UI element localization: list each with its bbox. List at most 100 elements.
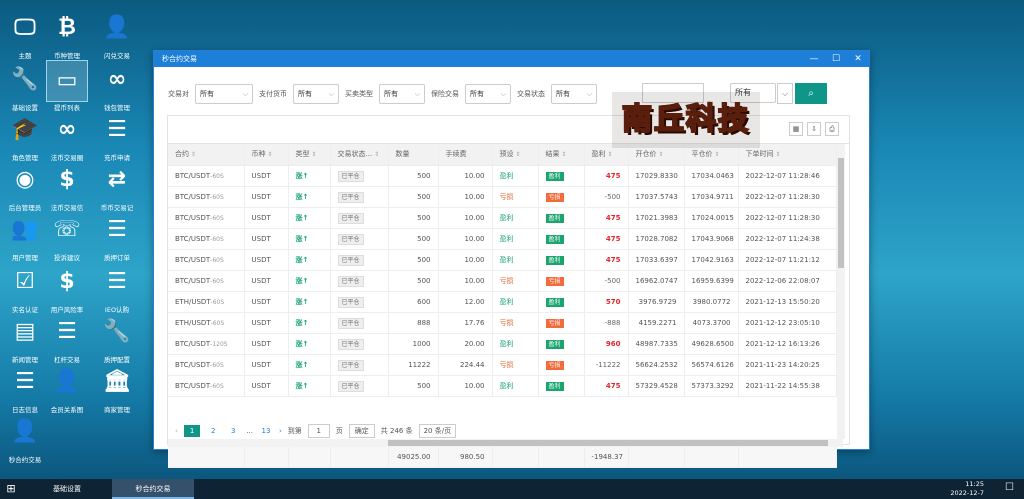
page-1[interactable]: 1 [183, 425, 201, 437]
vertical-scrollbar[interactable] [837, 144, 845, 439]
column-header[interactable]: 交易状态... ⇕ [330, 144, 389, 166]
maximize-button[interactable]: ☐ [825, 51, 847, 67]
system-clock[interactable]: 11:25 2022-12-7 [950, 480, 984, 498]
print-icon[interactable]: ⎙ [825, 122, 839, 136]
desktop-icon-19[interactable]: ☰ 杠杆交易 [42, 312, 92, 364]
column-header[interactable]: 币种 ⇕ [244, 144, 289, 166]
desktop-icon-24[interactable]: 👤 秒合约交易 [0, 412, 50, 464]
column-header[interactable]: 手续费 [438, 144, 493, 166]
table-cell: 10.00 [438, 270, 493, 292]
table-row[interactable]: BTC/USDT-60S USDT 涨↑ 已平仓 500 10.00 亏损 亏损 -500 170… [168, 186, 837, 208]
desktop-icon-11[interactable]: ⇄ 币币交易记 [92, 160, 142, 212]
next-page-button[interactable]: › [279, 427, 282, 435]
notification-icon[interactable]: ☐ [1005, 482, 1014, 493]
table-row[interactable]: BTC/USDT-60S USDT 涨↑ 已平仓 11222 224.44 亏损 亏损 -112… [168, 354, 837, 376]
close-button[interactable]: ✕ [847, 51, 869, 67]
table-cell: 亏损 [492, 270, 539, 292]
table-cell: 已平仓 [330, 165, 389, 187]
table-cell: BTC/USDT-60S [168, 165, 245, 187]
table-row[interactable]: BTC/USDT-120S USDT 涨↑ 已平仓 1000 20.00 盈利 盈利 960 48… [168, 333, 837, 355]
table-cell: 涨↑ [288, 186, 331, 208]
column-header[interactable]: 数量 [388, 144, 439, 166]
desktop-icon-14[interactable]: ☰ 质押订单 [92, 210, 142, 262]
page-3[interactable]: 3 [226, 427, 240, 435]
table-cell: BTC/USDT-60S [168, 354, 245, 376]
search-button[interactable]: ⌕ [795, 83, 827, 104]
sort-icon: ⇕ [265, 151, 273, 159]
table-cell: 48987.7335 [628, 333, 685, 355]
table-cell: USDT [244, 312, 289, 334]
table-row[interactable]: ETH/USDT-60S USDT 涨↑ 已平仓 600 12.00 盈利 盈利 570 3976… [168, 291, 837, 313]
column-header[interactable]: 结果 ⇕ [538, 144, 585, 166]
prev-page-button[interactable]: ‹ [175, 427, 178, 435]
table-cell: USDT [244, 228, 289, 250]
column-header[interactable]: 类型 ⇕ [288, 144, 331, 166]
table-row[interactable]: ETH/USDT-60S USDT 涨↑ 已平仓 888 17.76 亏损 亏损 -888 415… [168, 312, 837, 334]
scroll-thumb[interactable] [838, 158, 844, 268]
page-last[interactable]: 13 [259, 427, 273, 435]
table-cell: 盈利 [492, 249, 539, 271]
filter-pair-select[interactable]: 所有 ⌵ [195, 84, 253, 104]
columns-icon[interactable]: ▦ [789, 122, 803, 136]
chevron-down-icon[interactable]: ⌵ [777, 83, 793, 104]
table-row[interactable]: BTC/USDT-60S USDT 涨↑ 已平仓 500 10.00 盈利 盈利 475 1702… [168, 207, 837, 229]
minimize-button[interactable]: — [803, 51, 825, 67]
windows-icon[interactable]: ⊞ [4, 482, 18, 496]
per-page-select[interactable]: 20 条/页 [418, 424, 457, 438]
window-titlebar[interactable]: 秒合约交易 — ☐ ✕ [154, 51, 869, 67]
table-cell: 600 [388, 291, 439, 313]
table-cell: 500 [388, 375, 439, 397]
desktop-icon-8[interactable]: ☰ 充币申请 [92, 110, 142, 162]
filter-type-select[interactable]: 所有 ⌵ [379, 84, 425, 104]
desktop-icon-13[interactable]: ☏ 投诉建议 [42, 210, 92, 262]
table-cell: 已平仓 [330, 312, 389, 334]
desktop-icon-17[interactable]: ☰ IEO认购 [92, 262, 142, 314]
table-cell: 亏损 [538, 270, 585, 292]
table-cell: 盈利 [538, 291, 585, 313]
desktop-icon-5[interactable]: ∞ 钱包管理 [92, 60, 142, 112]
filter-insurance-select[interactable]: 所有 ⌵ [465, 84, 511, 104]
table-row[interactable]: BTC/USDT-60S USDT 涨↑ 已平仓 500 10.00 盈利 盈利 475 1702… [168, 228, 837, 250]
taskbar-item-contract-trade[interactable]: 秒合约交易 [112, 479, 194, 499]
goto-confirm-button[interactable]: 确定 [348, 424, 375, 438]
table-cell: 已平仓 [330, 186, 389, 208]
desktop-icon-4[interactable]: ▭ 提币列表 [42, 60, 92, 112]
column-header[interactable]: 预设 ⇕ [492, 144, 539, 166]
table-cell: 盈利 [492, 333, 539, 355]
table-cell: 17037.5743 [628, 186, 685, 208]
table-cell: 49628.6500 [684, 333, 739, 355]
filter-label-currency: 支付货币 [259, 90, 287, 98]
desktop-icon-22[interactable]: 👤 会员关系图 [42, 362, 92, 414]
chevron-down-icon: ⌵ [500, 90, 506, 98]
sort-icon: ⇕ [372, 151, 380, 159]
link-icon: ∞ [107, 67, 127, 92]
desktop-icon-2[interactable]: 👤 闪兑交易 [92, 8, 142, 60]
column-header[interactable]: 合约 ⇕ [168, 144, 245, 166]
taskbar: ⊞ 基础设置 秒合约交易 11:25 2022-12-7 ☐ [0, 479, 1024, 499]
desktop-icon-10[interactable]: $ 法币交易信 [42, 160, 92, 212]
clock-date: 2022-12-7 [950, 489, 984, 497]
table-row[interactable]: BTC/USDT-60S USDT 涨↑ 已平仓 500 10.00 亏损 亏损 -500 169… [168, 270, 837, 292]
table-cell: 亏损 [538, 312, 585, 334]
total-profit: -1948.37 [584, 447, 629, 468]
desktop-icon-16[interactable]: $ 用户风险率 [42, 262, 92, 314]
desktop-icon-1[interactable]: ₿ 币种管理 [42, 8, 92, 60]
table-cell: 475 [584, 165, 629, 187]
taskbar-item-basic-settings[interactable]: 基础设置 [26, 479, 108, 499]
table-row[interactable]: BTC/USDT-60S USDT 涨↑ 已平仓 500 10.00 盈利 盈利 475 1703… [168, 249, 837, 271]
table-row[interactable]: BTC/USDT-60S USDT 涨↑ 已平仓 500 10.00 盈利 盈利 475 1702… [168, 165, 837, 187]
table-cell: 10.00 [438, 228, 493, 250]
table-cell: USDT [244, 333, 289, 355]
desktop-icon-label: 会员关系图 [50, 406, 84, 414]
desktop-icon-23[interactable]: 🏛 商家管理 [92, 362, 142, 414]
page-2[interactable]: 2 [206, 427, 220, 435]
desktop-icon-20[interactable]: 🔧 质押配置 [92, 312, 142, 364]
filter-currency-select[interactable]: 所有 ⌵ [293, 84, 339, 104]
desktop-icon-7[interactable]: ∞ 法币交易圈 [42, 110, 92, 162]
export-icon[interactable]: ⇩ [807, 122, 821, 136]
desktop-icon-label: 质押订单 [104, 254, 130, 262]
goto-page-input[interactable]: 1 [307, 424, 330, 438]
filter-status-select[interactable]: 所有 ⌵ [551, 84, 597, 104]
table-cell: 2022-12-06 22:08:07 [738, 270, 837, 292]
table-row[interactable]: BTC/USDT-60S USDT 涨↑ 已平仓 500 10.00 盈利 盈利 475 5732… [168, 375, 837, 397]
